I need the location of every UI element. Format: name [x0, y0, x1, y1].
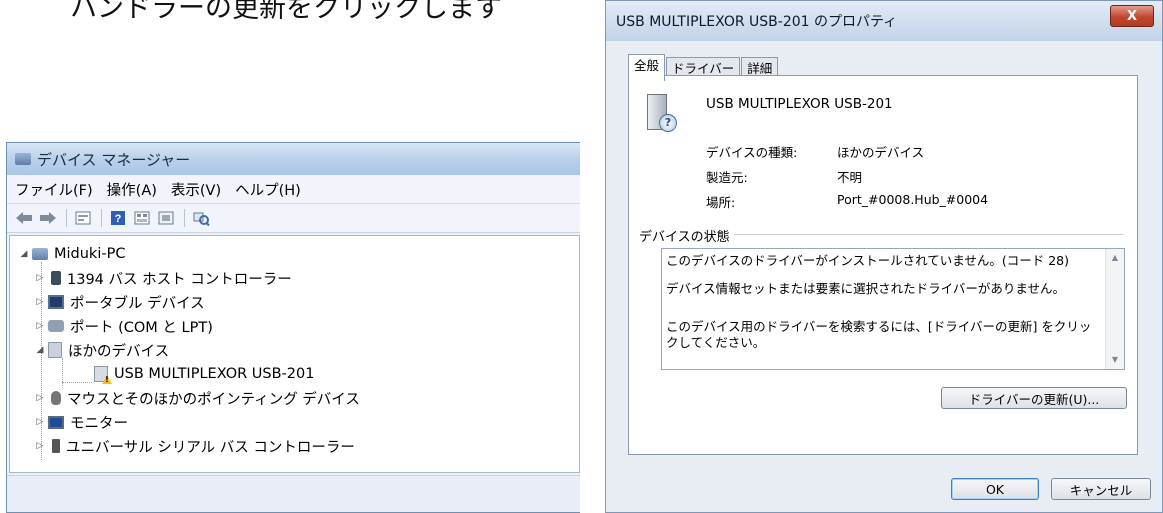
update-icon[interactable]: [155, 208, 177, 228]
tree-root-label: Miduki-PC: [54, 246, 126, 262]
back-arrow-icon[interactable]: [13, 208, 35, 228]
toolbar-separator: [184, 209, 185, 227]
svg-text:?: ?: [115, 213, 122, 225]
manufacturer-value: 不明: [837, 170, 863, 185]
tree-item-label: マウスとそのほかのポインティング デバイス: [67, 391, 360, 408]
menu-action[interactable]: 操作(A): [107, 179, 157, 200]
device-name: USB MULTIPLEXOR USB-201: [706, 96, 893, 112]
device-type-value: ほかのデバイス: [837, 145, 925, 160]
tree-item-1394-controller[interactable]: ▷ 1394 バス ホスト コントローラー: [10, 266, 579, 290]
mouse-icon: [51, 391, 61, 405]
monitor-icon: [48, 415, 64, 429]
forward-arrow-icon[interactable]: [37, 208, 59, 228]
properties-dialog: USB MULTIPLEXOR USB-201 のプロパティ X 全般 ドライバ…: [605, 0, 1163, 513]
general-tab-panel: ? USB MULTIPLEXOR USB-201 デバイスの種類: ほかのデバ…: [628, 75, 1138, 455]
help-icon[interactable]: ?: [107, 208, 129, 228]
collapse-arrow-icon[interactable]: ◢: [34, 345, 46, 355]
menu-file[interactable]: ファイル(F): [15, 179, 93, 200]
location-value: Port_#0008.Hub_#0004: [837, 192, 989, 207]
tree-item-usb-multiplexor[interactable]: USB MULTIPLEXOR USB-201: [10, 362, 579, 386]
expand-arrow-icon[interactable]: ▷: [34, 273, 46, 283]
tree-item-monitors[interactable]: ▷ モニター: [10, 410, 579, 434]
menu-help[interactable]: ヘルプ(H): [235, 179, 301, 200]
tree-item-label: ポート (COM と LPT): [70, 319, 213, 336]
scroll-up-icon[interactable]: ▲: [1106, 249, 1124, 267]
expand-arrow-icon[interactable]: ▷: [34, 417, 46, 427]
device-type-label: デバイスの種類:: [706, 145, 798, 160]
window-title: デバイス マネージャー: [37, 150, 191, 169]
toolbar: ?: [7, 204, 580, 233]
properties-icon[interactable]: [72, 208, 94, 228]
status-line: デバイス情報セットまたは要素に選択されたドライバーがありません。: [666, 281, 1066, 296]
tree-item-mice[interactable]: ▷ マウスとそのほかのポインティング デバイス: [10, 386, 579, 410]
tree-item-label: ほかのデバイス: [68, 343, 170, 360]
tab-general[interactable]: 全般: [628, 54, 666, 81]
port-icon: [48, 320, 64, 332]
chip-icon: [51, 271, 61, 285]
dialog-title: USB MULTIPLEXOR USB-201 のプロパティ: [616, 14, 898, 30]
tree-item-portable-devices[interactable]: ▷ ポータブル デバイス: [10, 290, 579, 314]
menu-view[interactable]: 表示(V): [171, 179, 221, 200]
tree-item-usb-controllers[interactable]: ▷ ユニバーサル シリアル バス コントローラー: [10, 434, 579, 458]
scan-icon[interactable]: [190, 208, 212, 228]
dialog-titlebar: USB MULTIPLEXOR USB-201 のプロパティ X: [606, 1, 1162, 41]
device-status-textbox[interactable]: このデバイスのドライバーがインストールされていません。(コード 28) デバイス…: [661, 248, 1125, 370]
device-manager-titlebar: デバイス マネージャー: [7, 143, 580, 175]
menu-bar: ファイル(F) 操作(A) 表示(V) ヘルプ(H): [7, 175, 580, 204]
scroll-down-icon[interactable]: ▼: [1106, 351, 1124, 369]
tree-item-label: モニター: [70, 415, 128, 432]
group-divider: [689, 234, 1123, 235]
tree-root-node[interactable]: ◢ Miduki-PC: [10, 242, 579, 266]
status-line: このデバイスのドライバーがインストールされていません。(コード 28): [666, 253, 1070, 268]
device-manager-icon: [15, 153, 31, 165]
view-icon[interactable]: [131, 208, 153, 228]
status-scrollbar[interactable]: ▲ ▼: [1105, 249, 1124, 369]
usb-icon: [52, 439, 60, 453]
unknown-device-icon: ?: [645, 94, 677, 134]
tree-item-label: USB MULTIPLEXOR USB-201: [114, 366, 315, 382]
location-label: 場所:: [706, 195, 736, 210]
device-manager-window: デバイス マネージャー ファイル(F) 操作(A) 表示(V) ヘルプ(H) ?: [6, 142, 580, 513]
collapse-arrow-icon[interactable]: ◢: [18, 249, 30, 259]
update-driver-button[interactable]: ドライバーの更新(U)...: [941, 387, 1127, 409]
toolbar-separator: [101, 209, 102, 227]
close-icon: X: [1126, 8, 1138, 24]
cancel-button[interactable]: キャンセル: [1051, 478, 1151, 500]
expand-arrow-icon[interactable]: ▷: [34, 297, 46, 307]
expand-arrow-icon[interactable]: ▷: [34, 393, 46, 403]
tree-item-label: ユニバーサル シリアル バス コントローラー: [66, 439, 355, 456]
portable-device-icon: [48, 295, 64, 309]
status-bar: [7, 475, 580, 512]
device-tree[interactable]: ◢ Miduki-PC ▷ 1394 バス ホスト コントローラー ▷ ポータブ…: [9, 235, 580, 473]
toolbar-separator: [66, 209, 67, 227]
other-device-icon: [48, 342, 62, 358]
tree-item-label: ポータブル デバイス: [70, 295, 205, 312]
expand-arrow-icon[interactable]: ▷: [34, 321, 46, 331]
computer-icon: [32, 248, 48, 260]
manufacturer-label: 製造元:: [706, 170, 748, 185]
status-line: このデバイス用のドライバーを検索するには、[ドライバーの更新] をクリックしてく…: [666, 319, 1092, 350]
warning-device-icon: [94, 366, 108, 382]
expand-arrow-icon[interactable]: ▷: [34, 441, 46, 451]
tree-item-other-devices[interactable]: ◢ ほかのデバイス: [10, 338, 579, 362]
ok-button[interactable]: OK: [951, 478, 1039, 500]
tree-item-label: 1394 バス ホスト コントローラー: [67, 271, 292, 288]
device-status-group-label: デバイスの状態: [639, 226, 734, 245]
instruction-text: ハンドラーの更新をクリックします: [70, 0, 502, 24]
tree-item-ports[interactable]: ▷ ポート (COM と LPT): [10, 314, 579, 338]
close-button[interactable]: X: [1110, 5, 1154, 27]
